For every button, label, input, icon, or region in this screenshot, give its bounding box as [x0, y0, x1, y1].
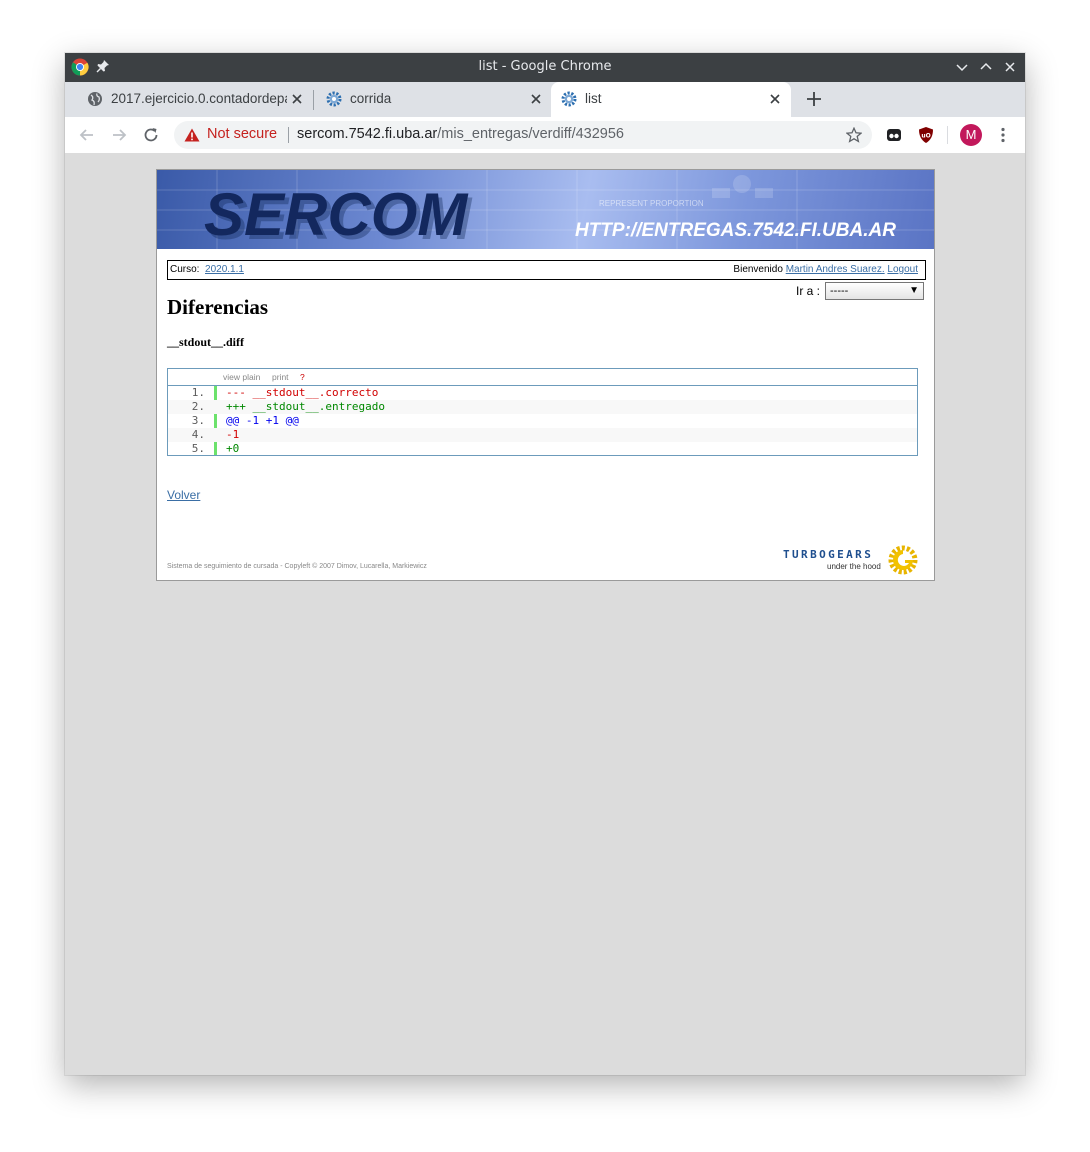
- tab-list[interactable]: list: [551, 82, 791, 117]
- dropdown-arrow-icon: ▼: [909, 285, 919, 296]
- diff-line: 2. +++ __stdout__.entregado: [168, 400, 917, 414]
- window-title: list - Google Chrome: [478, 59, 612, 74]
- diff-toolbar: view plain print ?: [168, 369, 917, 386]
- url-text[interactable]: sercom.7542.fi.uba.ar/mis_entregas/verdi…: [297, 126, 624, 142]
- diff-line: 3. @@ -1 +1 @@: [168, 414, 917, 428]
- svg-text:uO: uO: [921, 133, 930, 140]
- goto-label: Ir a :: [795, 284, 820, 298]
- gear-icon: [326, 91, 342, 107]
- welcome-text: Bienvenido: [733, 264, 783, 275]
- url-path: /mis_entregas/verdiff/432956: [437, 126, 624, 142]
- close-tab-icon[interactable]: [290, 92, 304, 106]
- svg-text:REPRESENT PROPORTION: REPRESENT PROPORTION: [599, 199, 704, 208]
- goto-selected-value: -----: [830, 285, 849, 297]
- help-link[interactable]: ?: [300, 372, 305, 382]
- diff-filename: __stdout__.diff: [167, 335, 245, 349]
- line-text: @@ -1 +1 @@: [226, 414, 299, 427]
- banner-url: HTTP://ENTREGAS.7542.FI.UBA.AR: [575, 220, 896, 241]
- line-text: +0: [226, 442, 240, 455]
- tab-title: corrida: [350, 91, 392, 106]
- line-number: 2.: [191, 400, 205, 413]
- menu-icon[interactable]: [995, 126, 1011, 144]
- browser-toolbar: Not secure sercom.7542.fi.uba.ar/mis_ent…: [65, 117, 1025, 153]
- turbogears-logo: TURBOGEARS under the hood: [783, 542, 923, 576]
- page-container: REPRESENT PROPORTION SERCOM SERCOM HTTP:…: [156, 169, 935, 581]
- tab-strip: 2017.ejercicio.0.contadordepalabras corr…: [65, 82, 1025, 117]
- diff-line: 1. --- __stdout__.correcto: [168, 386, 917, 400]
- new-tab-icon[interactable]: [804, 89, 824, 109]
- curso-link[interactable]: 2020.1.1: [205, 264, 244, 275]
- globe-icon: [88, 92, 102, 106]
- title-bar: list - Google Chrome: [65, 53, 1025, 82]
- ublock-icon[interactable]: uO: [917, 126, 935, 144]
- close-tab-icon[interactable]: [768, 92, 782, 106]
- tab-title: 2017.ejercicio.0.contadordepalabras: [111, 91, 287, 106]
- print-link[interactable]: print: [272, 372, 289, 382]
- diff-line: 5. +0: [168, 442, 917, 456]
- warning-icon[interactable]: [184, 128, 200, 142]
- sercom-banner: REPRESENT PROPORTION SERCOM SERCOM HTTP:…: [157, 170, 934, 249]
- close-tab-icon[interactable]: [529, 92, 543, 106]
- address-bar[interactable]: Not secure sercom.7542.fi.uba.ar/mis_ent…: [174, 121, 872, 149]
- line-number: 3.: [191, 414, 205, 427]
- line-text: +++ __stdout__.entregado: [226, 400, 385, 413]
- url-host: sercom.7542.fi.uba.ar: [297, 126, 438, 142]
- tab-title: list: [585, 91, 602, 106]
- line-number: 5.: [191, 442, 205, 455]
- forward-icon[interactable]: [110, 126, 128, 144]
- user-info-bar: Curso: 2020.1.1 Bienvenido Martin Andres…: [167, 260, 926, 280]
- security-label[interactable]: Not secure: [207, 126, 277, 142]
- goto-select[interactable]: ----- ▼: [825, 282, 924, 300]
- view-plain-link[interactable]: view plain: [223, 372, 260, 382]
- diff-line: 4. -1: [168, 428, 917, 442]
- page-viewport: REPRESENT PROPORTION SERCOM SERCOM HTTP:…: [65, 153, 1025, 1075]
- user-link[interactable]: Martin Andres Suarez.: [786, 264, 885, 275]
- extension-icon[interactable]: [885, 126, 903, 144]
- tab-corrida[interactable]: corrida: [316, 82, 548, 117]
- turbogears-tagline: under the hood: [827, 562, 881, 571]
- page-title: Diferencias: [167, 295, 269, 319]
- bookmark-star-icon[interactable]: [846, 127, 862, 143]
- browser-window: list - Google Chrome 2017.ejercicio.0.co…: [65, 53, 1025, 1075]
- close-window-icon[interactable]: [1003, 60, 1017, 74]
- profile-avatar[interactable]: M: [960, 124, 982, 146]
- curso-label: Curso:: [170, 264, 200, 275]
- line-number: 1.: [191, 386, 205, 399]
- turbogears-wordmark: TURBOGEARS: [783, 548, 874, 561]
- reload-icon[interactable]: [142, 126, 160, 144]
- logout-link[interactable]: Logout: [887, 264, 918, 275]
- footer-copyright: Sistema de seguimiento de cursada - Copy…: [167, 563, 427, 570]
- minimize-icon[interactable]: [955, 60, 969, 74]
- banner-logo: SERCOM: [204, 181, 469, 248]
- gear-icon: [561, 91, 577, 107]
- back-link[interactable]: Volver: [167, 488, 200, 502]
- tab-2017-ejercicio[interactable]: 2017.ejercicio.0.contadordepalabras: [77, 82, 313, 117]
- maximize-icon[interactable]: [979, 60, 993, 74]
- turbogears-gear-icon: [888, 545, 918, 575]
- back-icon[interactable]: [78, 126, 96, 144]
- line-number: 4.: [191, 428, 205, 441]
- line-text: -1: [226, 428, 240, 441]
- diff-viewer: view plain print ? 1. --- __stdout__.cor…: [167, 368, 918, 456]
- line-text: --- __stdout__.correcto: [226, 386, 379, 399]
